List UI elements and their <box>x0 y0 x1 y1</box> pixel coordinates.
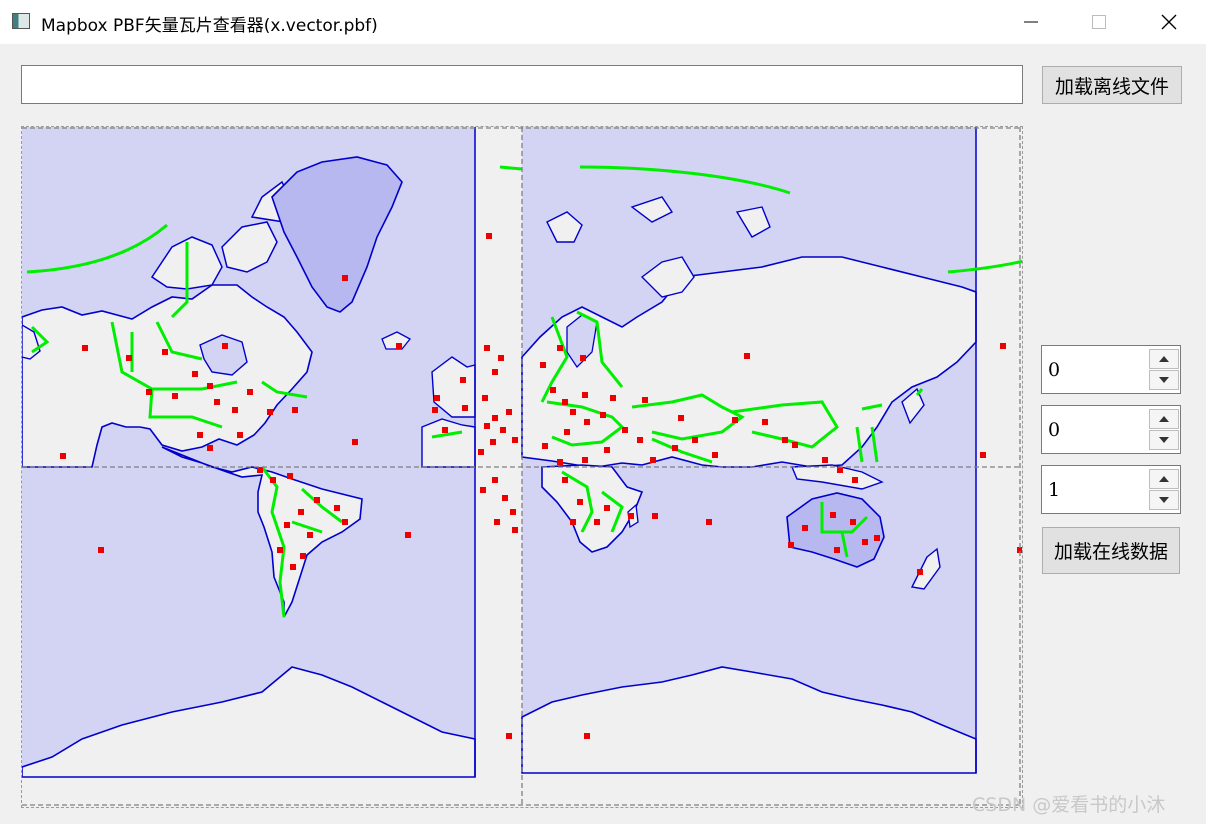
close-icon <box>1161 14 1177 30</box>
close-button[interactable] <box>1146 0 1192 44</box>
minimize-button[interactable] <box>1008 0 1054 44</box>
maximize-icon <box>1092 15 1106 29</box>
map-view[interactable] <box>21 126 1023 808</box>
arrow-down-icon <box>1159 437 1169 443</box>
arrow-down-icon <box>1159 497 1169 503</box>
maximize-button[interactable] <box>1076 0 1122 44</box>
arrow-up-icon <box>1159 356 1169 362</box>
minimize-icon <box>1024 21 1038 23</box>
watermark: CSDN @爱看书的小沐 <box>972 794 1166 816</box>
tile-x-increment[interactable] <box>1149 409 1179 429</box>
tile-y-spinbox[interactable]: 1 <box>1041 465 1181 514</box>
load-offline-file-button[interactable]: 加载离线文件 <box>1042 66 1182 104</box>
tile-z-decrement[interactable] <box>1149 370 1179 390</box>
tile-y-increment[interactable] <box>1149 469 1179 489</box>
tile-x-spinbox[interactable]: 0 <box>1041 405 1181 454</box>
tile-z-value[interactable]: 0 <box>1048 359 1060 381</box>
tile-y-decrement[interactable] <box>1149 490 1179 510</box>
tile-x-value[interactable]: 0 <box>1048 419 1060 441</box>
tile-x-decrement[interactable] <box>1149 430 1179 450</box>
title-bar: Mapbox PBF矢量瓦片查看器(x.vector.pbf) <box>0 0 1206 44</box>
arrow-down-icon <box>1159 377 1169 383</box>
load-online-data-button[interactable]: 加载在线数据 <box>1042 527 1180 574</box>
arrow-up-icon <box>1159 476 1169 482</box>
tile-z-increment[interactable] <box>1149 349 1179 369</box>
window-app-icon <box>12 13 30 29</box>
window-title: Mapbox PBF矢量瓦片查看器(x.vector.pbf) <box>41 16 378 36</box>
file-path-input[interactable] <box>21 65 1023 104</box>
tile-z-spinbox[interactable]: 0 <box>1041 345 1181 394</box>
map-tile-left <box>22 127 476 778</box>
map-tile-right <box>478 127 1022 774</box>
tile-y-value[interactable]: 1 <box>1048 479 1060 501</box>
map-canvas[interactable] <box>22 127 1023 808</box>
arrow-up-icon <box>1159 416 1169 422</box>
